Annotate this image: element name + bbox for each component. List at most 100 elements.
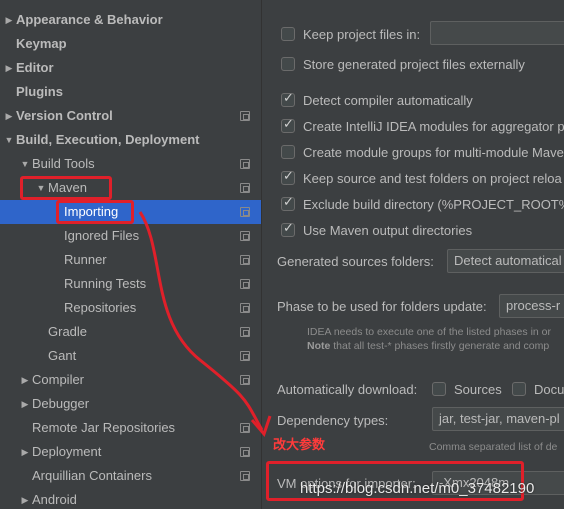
dependency-types-input[interactable]: jar, test-jar, maven-pl [432, 407, 564, 431]
exclude-build-checkbox[interactable] [281, 195, 295, 211]
project-config-icon [240, 471, 250, 481]
chevron-right-icon[interactable]: ▶ [4, 15, 14, 25]
sources-row[interactable]: Sources [432, 379, 502, 399]
tree-item-debugger[interactable]: ▶ Debugger [0, 392, 261, 416]
keep-project-files-input[interactable] [430, 21, 564, 45]
tree-item-label: Ignored Files [64, 228, 140, 243]
phase-note-1: IDEA needs to execute one of the listed … [307, 326, 551, 338]
tree-item-plugins[interactable]: Plugins [0, 80, 261, 104]
generated-sources-label: Generated sources folders: [277, 254, 434, 269]
sources-checkbox[interactable] [432, 382, 446, 396]
tree-item-label: Maven [48, 180, 88, 195]
phase-label: Phase to be used for folders update: [277, 299, 487, 314]
exclude-build-label: Exclude build directory (%PROJECT_ROOT%/ [303, 196, 564, 212]
chevron-right-icon[interactable]: ▶ [4, 63, 14, 73]
tree-item-arquillian-containers[interactable]: Arquillian Containers [0, 464, 261, 488]
dependency-types-label: Dependency types: [277, 413, 389, 428]
tree-item-build-tools[interactable]: ▼ Build Tools [0, 152, 261, 176]
keep-project-files-checkbox[interactable] [281, 27, 295, 41]
tree-item-label: Debugger [32, 396, 90, 411]
tree-item-label: Importing [64, 204, 119, 219]
project-config-icon [240, 327, 250, 337]
tree-item-compiler[interactable]: ▶ Compiler [0, 368, 261, 392]
docs-label: Docu [534, 381, 564, 397]
annotation-text: 改大参数 [273, 434, 326, 453]
use-output-label: Use Maven output directories [303, 222, 473, 238]
store-external-label: Store generated project files externally [303, 56, 525, 72]
tree-item-label: Editor [16, 60, 54, 75]
project-config-icon [240, 111, 250, 121]
detect-compiler-label: Detect compiler automatically [303, 92, 473, 108]
project-config-icon [240, 159, 250, 169]
keep-project-files-label: Keep project files in: [303, 26, 421, 42]
chevron-right-icon[interactable]: ▶ [4, 111, 14, 121]
chevron-right-icon[interactable]: ▶ [20, 447, 30, 457]
tree-item-deployment[interactable]: ▶ Deployment [0, 440, 261, 464]
create-modules-row[interactable]: Create IntelliJ IDEA modules for aggrega… [281, 116, 564, 136]
tree-item-appearance-behavior[interactable]: ▶ Appearance & Behavior [0, 8, 261, 32]
project-config-icon [240, 183, 250, 193]
use-output-row[interactable]: Use Maven output directories [281, 220, 472, 240]
project-config-icon [240, 255, 250, 265]
keep-project-files-row[interactable]: Keep project files in: [281, 24, 420, 44]
maven-importing-panel: Keep project files in: Store generated p… [263, 0, 564, 509]
tree-item-label: Running Tests [64, 276, 147, 291]
store-external-row[interactable]: Store generated project files externally [281, 54, 525, 74]
detect-compiler-row[interactable]: Detect compiler automatically [281, 90, 473, 110]
detect-compiler-checkbox[interactable] [281, 91, 295, 107]
chevron-down-icon[interactable]: ▼ [4, 135, 14, 145]
chevron-down-icon[interactable]: ▼ [36, 183, 46, 193]
use-output-checkbox[interactable] [281, 221, 295, 237]
dependency-types-hint: Comma separated list of de [429, 441, 558, 453]
keep-source-row[interactable]: Keep source and test folders on project … [281, 168, 562, 188]
tree-item-label: Android [32, 492, 77, 507]
docs-checkbox[interactable] [512, 382, 526, 396]
tree-item-label: Gant [48, 348, 77, 363]
watermark: https://blog.csdn.net/m0_37482190 [300, 480, 535, 497]
create-modules-checkbox[interactable] [281, 117, 295, 133]
project-config-icon [240, 423, 250, 433]
tree-item-label: Version Control [16, 108, 113, 123]
tree-item-label: Deployment [32, 444, 102, 459]
tree-item-label: Remote Jar Repositories [32, 420, 176, 435]
keep-source-label: Keep source and test folders on project … [303, 170, 562, 186]
tree-item-label: Keymap [16, 36, 67, 51]
tree-item-importing[interactable]: Importing [0, 200, 261, 224]
tree-item-gant[interactable]: Gant [0, 344, 261, 368]
tree-item-repositories[interactable]: Repositories [0, 296, 261, 320]
store-external-checkbox[interactable] [281, 57, 295, 71]
module-groups-label: Create module groups for multi-module Ma… [303, 144, 564, 160]
module-groups-row[interactable]: Create module groups for multi-module Ma… [281, 142, 564, 162]
tree-item-ignored-files[interactable]: Ignored Files [0, 224, 261, 248]
module-groups-checkbox[interactable] [281, 145, 295, 159]
tree-item-maven[interactable]: ▼ Maven [0, 176, 261, 200]
project-config-icon [240, 375, 250, 385]
keep-source-checkbox[interactable] [281, 169, 295, 185]
project-config-icon [240, 207, 250, 217]
tree-item-label: Runner [64, 252, 107, 267]
sources-label: Sources [454, 381, 502, 397]
project-config-icon [240, 447, 250, 457]
tree-item-label: Build, Execution, Deployment [16, 132, 200, 147]
tree-item-remote-jar-repositories[interactable]: Remote Jar Repositories [0, 416, 261, 440]
chevron-down-icon[interactable]: ▼ [20, 159, 30, 169]
tree-item-label: Repositories [64, 300, 137, 315]
tree-item-android[interactable]: ▶ Android [0, 488, 261, 509]
chevron-right-icon[interactable]: ▶ [20, 495, 30, 505]
chevron-right-icon[interactable]: ▶ [20, 375, 30, 385]
tree-item-version-control[interactable]: ▶ Version Control [0, 104, 261, 128]
generated-sources-select[interactable]: Detect automatical [447, 249, 564, 273]
exclude-build-row[interactable]: Exclude build directory (%PROJECT_ROOT%/ [281, 194, 564, 214]
chevron-right-icon[interactable]: ▶ [20, 399, 30, 409]
tree-item-editor[interactable]: ▶ Editor [0, 56, 261, 80]
tree-item-label: Gradle [48, 324, 88, 339]
phase-select[interactable]: process-r [499, 294, 564, 318]
tree-item-gradle[interactable]: Gradle [0, 320, 261, 344]
docs-row[interactable]: Docu [512, 379, 564, 399]
tree-item-build-execution-deployment[interactable]: ▼ Build, Execution, Deployment [0, 128, 261, 152]
tree-item-runner[interactable]: Runner [0, 248, 261, 272]
project-config-icon [240, 351, 250, 361]
settings-tree: ▶ Appearance & Behavior Keymap ▶ Editor Plugi… [0, 0, 262, 509]
tree-item-running-tests[interactable]: Running Tests [0, 272, 261, 296]
tree-item-keymap[interactable]: Keymap [0, 32, 261, 56]
